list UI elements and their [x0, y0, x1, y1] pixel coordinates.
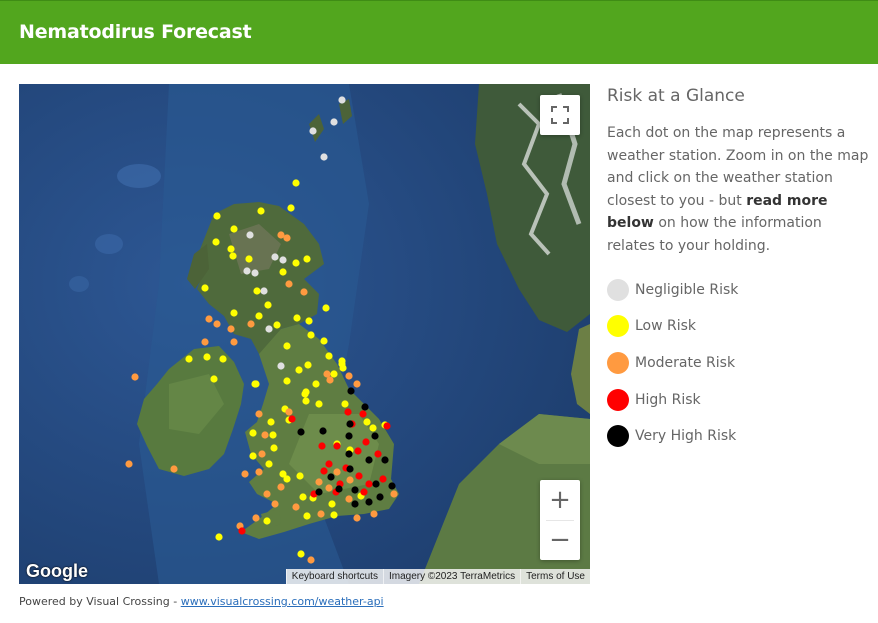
legend-item-low: Low Risk: [607, 308, 869, 345]
legend-dot-moderate: [607, 352, 629, 375]
legend-label-negligible: Negligible Risk: [635, 281, 739, 298]
keyboard-shortcuts-link[interactable]: Keyboard shortcuts: [285, 569, 383, 584]
legend-item-negligible: Negligible Risk: [607, 272, 869, 309]
sidebar-title: Risk at a Glance: [607, 86, 745, 106]
zoom-divider: [546, 520, 574, 521]
legend-dot-high: [607, 388, 629, 411]
fullscreen-button[interactable]: [540, 95, 580, 135]
legend-label-very-high: Very High Risk: [635, 428, 737, 445]
satellite-basemap: [19, 84, 590, 584]
legend-dot-very-high: [607, 425, 629, 448]
zoom-in-button[interactable]: +: [540, 480, 580, 520]
map-attribution: Keyboard shortcuts Imagery ©2023 TerraMe…: [285, 569, 590, 584]
legend-label-moderate: Moderate Risk: [635, 355, 736, 372]
legend-label-low: Low Risk: [635, 318, 697, 335]
legend-dot-negligible: [607, 278, 629, 301]
google-logo[interactable]: Google: [26, 561, 88, 582]
page-title: Nematodirus Forecast: [19, 21, 252, 43]
map-view[interactable]: + − Google Keyboard shortcuts Imagery ©2…: [19, 84, 590, 584]
legend-item-high: High Risk: [607, 381, 869, 418]
footer-prefix: Powered by Visual Crossing -: [19, 595, 181, 608]
visual-crossing-link[interactable]: www.visualcrossing.com/weather-api: [181, 595, 384, 608]
header-bar: Nematodirus Forecast: [0, 0, 878, 64]
zoom-control: + −: [540, 480, 580, 560]
legend-item-very-high: Very High Risk: [607, 418, 869, 455]
fullscreen-icon: [551, 106, 569, 124]
legend-item-moderate: Moderate Risk: [607, 345, 869, 382]
zoom-out-button[interactable]: −: [540, 520, 580, 560]
description-text-start: Each dot on the map represents a weather…: [607, 125, 869, 209]
sidebar-description: Each dot on the map represents a weather…: [607, 122, 869, 258]
terms-of-use-link[interactable]: Terms of Use: [520, 569, 590, 584]
imagery-credit: Imagery ©2023 TerraMetrics: [382, 569, 521, 584]
legend-dot-low: [607, 315, 629, 338]
legend-label-high: High Risk: [635, 391, 701, 408]
footer-credit: Powered by Visual Crossing - www.visualc…: [19, 595, 384, 608]
risk-legend: Negligible Risk Low Risk Moderate Risk H…: [607, 272, 869, 455]
risk-sidebar: Risk at a Glance Each dot on the map rep…: [607, 86, 869, 455]
